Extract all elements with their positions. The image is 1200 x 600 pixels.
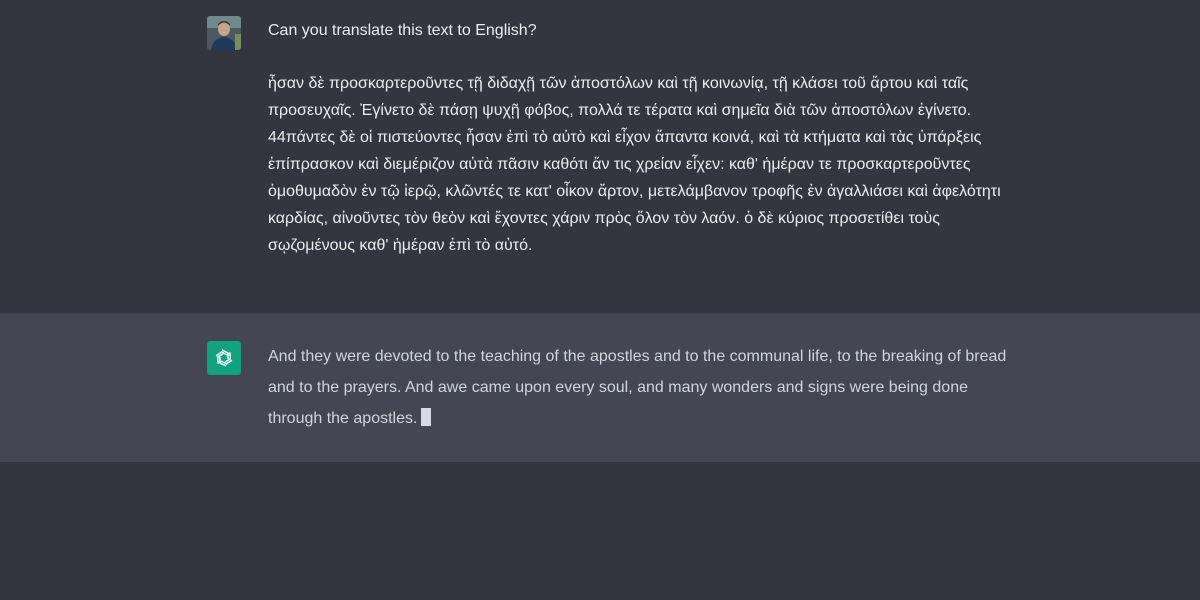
assistant-message: And they were devoted to the teaching of…	[0, 313, 1200, 463]
assistant-response: And they were devoted to the teaching of…	[268, 341, 1008, 434]
user-photo-avatar-icon	[207, 16, 241, 50]
user-avatar	[207, 16, 241, 50]
user-question-text: Can you translate this text to English?	[268, 22, 537, 39]
assistant-avatar	[207, 341, 241, 375]
openai-logo-icon	[215, 349, 233, 367]
typing-cursor	[421, 408, 432, 426]
empty-area	[0, 462, 1200, 600]
user-greek-text: ἦσαν δὲ προσκαρτεροῦντες τῇ διδαχῇ τῶν ἀ…	[268, 75, 1006, 254]
assistant-response-text: And they were devoted to the teaching of…	[268, 348, 1011, 427]
user-message: Can you translate this text to English? …	[0, 0, 1200, 313]
